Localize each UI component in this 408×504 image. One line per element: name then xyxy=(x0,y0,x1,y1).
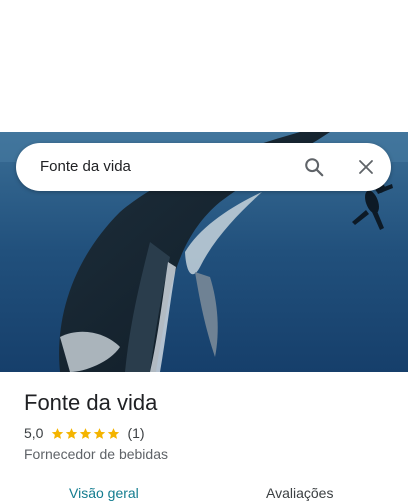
star-icon xyxy=(66,427,78,439)
search-input[interactable]: Fonte da vida xyxy=(40,143,131,191)
clear-search-button[interactable] xyxy=(352,153,380,181)
star-icon xyxy=(108,427,120,439)
tab-overview[interactable]: Visão geral xyxy=(69,484,139,502)
rating-value: 5,0 xyxy=(24,425,44,441)
star-icon xyxy=(52,427,64,439)
search-bar[interactable]: Fonte da vida xyxy=(16,143,391,191)
search-button[interactable] xyxy=(300,153,328,181)
place-category[interactable]: Fornecedor de bebidas xyxy=(24,445,168,463)
rating-stars xyxy=(51,427,121,440)
place-title: Fonte da vida xyxy=(24,390,158,415)
star-icon xyxy=(80,427,92,439)
tab-reviews[interactable]: Avaliações xyxy=(266,484,333,502)
star-icon xyxy=(94,427,106,439)
review-count[interactable]: (1) xyxy=(127,425,144,441)
rating-row[interactable]: 5,0 (1) xyxy=(24,424,145,442)
close-icon xyxy=(359,160,373,174)
search-icon xyxy=(305,158,324,177)
